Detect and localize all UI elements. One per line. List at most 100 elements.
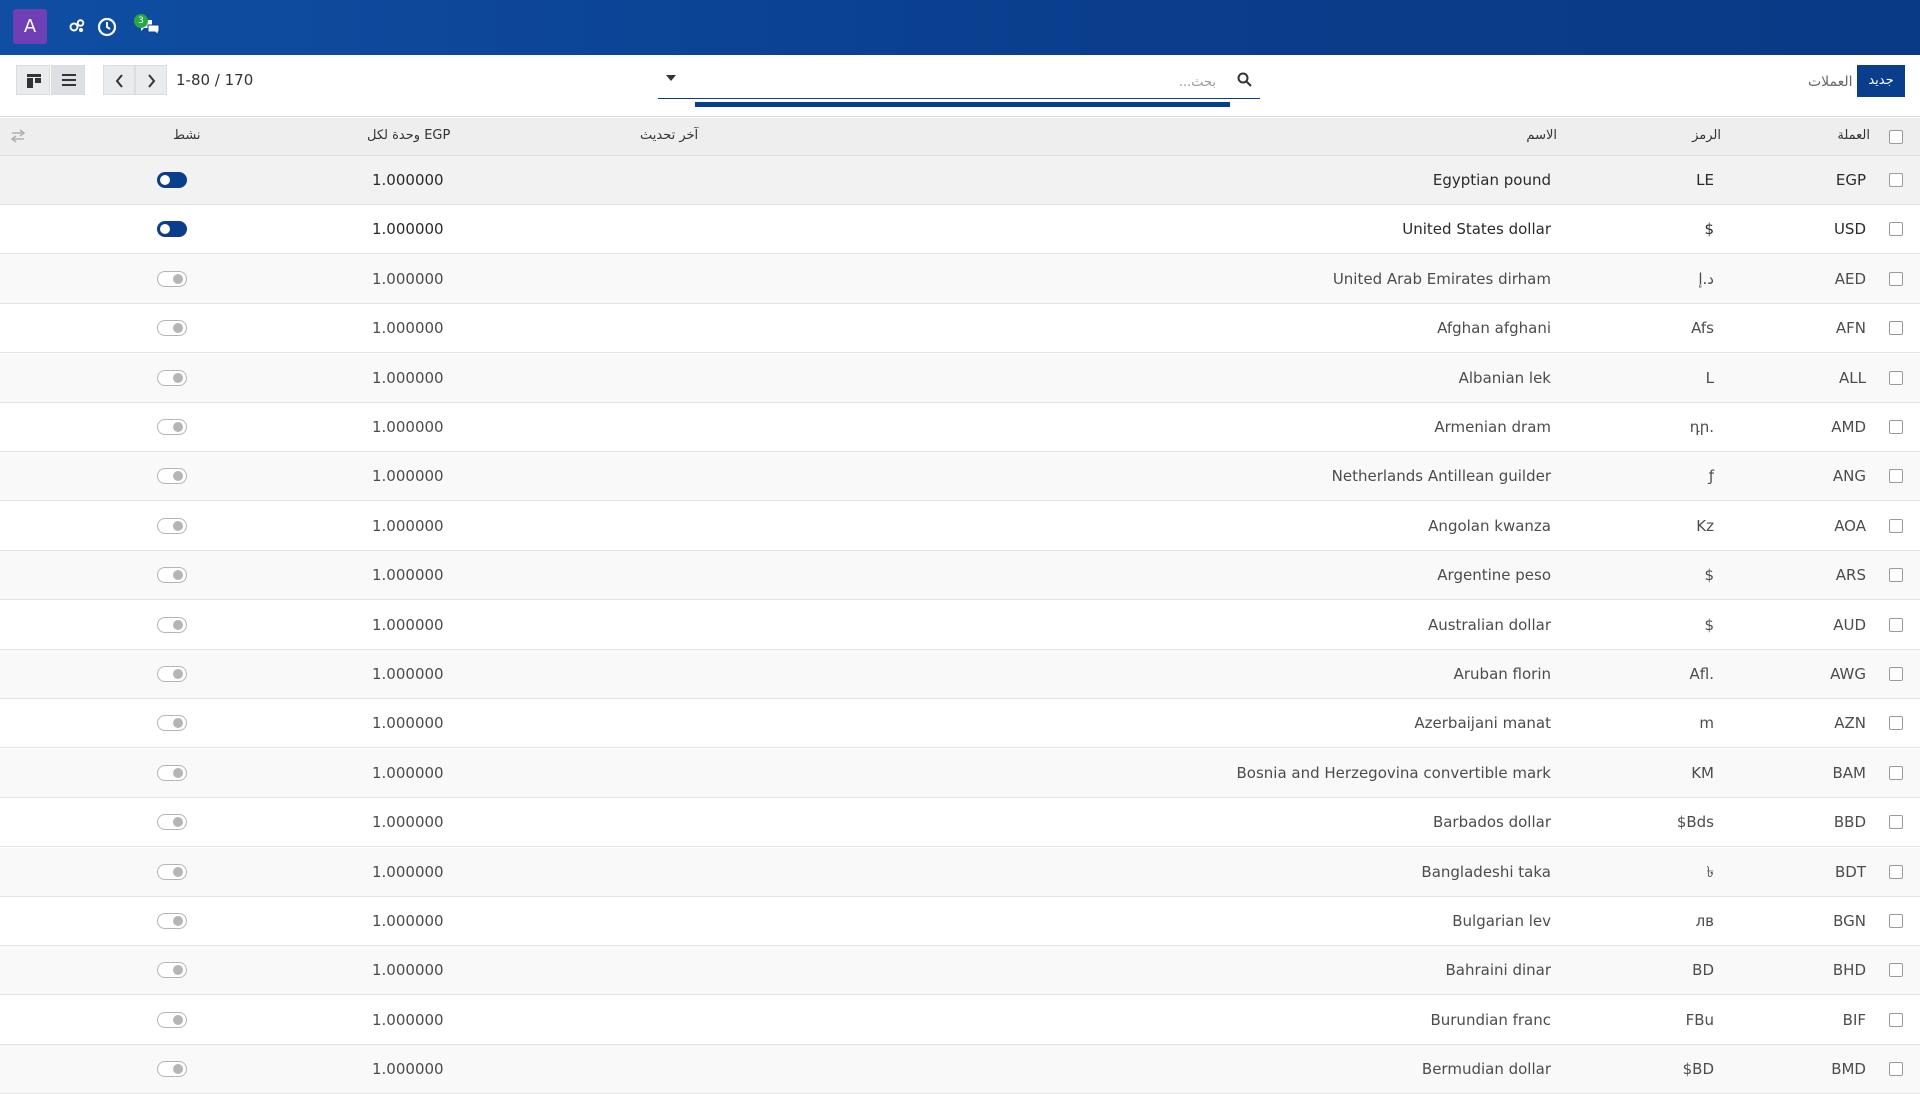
row-checkbox[interactable]: [1889, 914, 1903, 928]
active-toggle[interactable]: [157, 468, 187, 484]
user-avatar[interactable]: A: [13, 9, 47, 44]
header-name[interactable]: الاسم: [1526, 128, 1557, 143]
pager-next-button[interactable]: [135, 65, 167, 95]
row-checkbox[interactable]: [1889, 568, 1903, 582]
search-icon[interactable]: [1237, 72, 1252, 91]
messages-badge: 3: [134, 14, 148, 28]
currency-rate: 1.000000: [372, 319, 444, 337]
currency-symbol: Afs: [1691, 319, 1714, 337]
active-toggle[interactable]: [157, 962, 187, 978]
active-toggle[interactable]: [157, 172, 187, 188]
active-toggle[interactable]: [157, 518, 187, 534]
pager-value[interactable]: 1-80 / 170: [176, 71, 253, 89]
bugs-icon[interactable]: [68, 17, 88, 37]
currency-code: ALL: [1839, 369, 1866, 387]
table-row[interactable]: ANG ƒ Netherlands Antillean guilder 1.00000…: [0, 452, 1920, 501]
select-all-checkbox[interactable]: [1889, 130, 1903, 144]
currency-symbol: FBu: [1685, 1011, 1714, 1029]
currency-symbol: Afl.: [1689, 665, 1714, 683]
header-last-update[interactable]: آخر تحديث: [640, 128, 698, 143]
row-checkbox[interactable]: [1889, 173, 1903, 187]
active-toggle[interactable]: [157, 271, 187, 287]
list-view-button[interactable]: [51, 65, 85, 95]
row-checkbox[interactable]: [1889, 420, 1903, 434]
active-toggle[interactable]: [157, 320, 187, 336]
row-checkbox[interactable]: [1889, 519, 1903, 533]
table-row[interactable]: AUD $ Australian dollar 1.000000: [0, 601, 1920, 650]
table-row[interactable]: AED د.إ United Arab Emirates dirham 1.00000…: [0, 255, 1920, 304]
active-toggle[interactable]: [157, 419, 187, 435]
active-toggle[interactable]: [157, 370, 187, 386]
header-currency[interactable]: العملة: [1837, 128, 1870, 143]
row-checkbox[interactable]: [1889, 1013, 1903, 1027]
header-rate[interactable]: وحدة لكل EGP: [367, 128, 450, 143]
table-row[interactable]: AOA Kz Angolan kwanza 1.000000: [0, 502, 1920, 551]
active-toggle[interactable]: [157, 715, 187, 731]
header-active[interactable]: نشط: [173, 128, 201, 143]
active-toggle[interactable]: [157, 221, 187, 237]
clock-icon[interactable]: [97, 17, 117, 37]
row-checkbox[interactable]: [1889, 963, 1903, 977]
table-row[interactable]: BGN лв Bulgarian lev 1.000000: [0, 897, 1920, 946]
row-checkbox[interactable]: [1889, 667, 1903, 681]
optional-columns-icon[interactable]: [10, 128, 26, 147]
currency-rate: 1.000000: [372, 764, 444, 782]
currency-rate: 1.000000: [372, 616, 444, 634]
table-row[interactable]: ALL L Albanian lek 1.000000: [0, 354, 1920, 403]
row-checkbox[interactable]: [1889, 222, 1903, 236]
table-row[interactable]: BAM KM Bosnia and Herzegovina convertible …: [0, 749, 1920, 798]
table-row[interactable]: EGP LE Egyptian pound 1.000000: [0, 156, 1920, 205]
row-checkbox[interactable]: [1889, 865, 1903, 879]
table-row[interactable]: BDT ৳ Bangladeshi taka 1.000000: [0, 848, 1920, 897]
table-row[interactable]: AWG Afl. Aruban florin 1.000000: [0, 650, 1920, 699]
currency-symbol: L: [1705, 369, 1714, 387]
row-checkbox[interactable]: [1889, 272, 1903, 286]
table-header: نشط وحدة لكل EGP آخر تحديث الاسم الرمز ا…: [0, 118, 1920, 156]
top-navbar: A 3: [0, 0, 1920, 55]
active-toggle[interactable]: [157, 1061, 187, 1077]
currency-rate: 1.000000: [372, 1060, 444, 1078]
search-focus-bar: [695, 102, 1230, 107]
table-row[interactable]: BMD $BD Bermudian dollar 1.000000: [0, 1045, 1920, 1094]
table-row[interactable]: BIF FBu Burundian franc 1.000000: [0, 996, 1920, 1045]
table-row[interactable]: BHD BD Bahraini dinar 1.000000: [0, 946, 1920, 995]
row-checkbox[interactable]: [1889, 618, 1903, 632]
active-toggle[interactable]: [157, 814, 187, 830]
currency-rate: 1.000000: [372, 714, 444, 732]
active-toggle[interactable]: [157, 617, 187, 633]
row-checkbox[interactable]: [1889, 815, 1903, 829]
currency-symbol: KM: [1691, 764, 1714, 782]
currency-code: AOA: [1834, 517, 1866, 535]
table-row[interactable]: ARS $ Argentine peso 1.000000: [0, 551, 1920, 600]
search-input[interactable]: [696, 71, 1216, 93]
row-checkbox[interactable]: [1889, 469, 1903, 483]
active-toggle[interactable]: [157, 913, 187, 929]
currency-name: Azerbaijani manat: [1414, 714, 1551, 732]
currency-code: AFN: [1835, 319, 1866, 337]
currency-rate: 1.000000: [372, 961, 444, 979]
row-checkbox[interactable]: [1889, 321, 1903, 335]
active-toggle[interactable]: [157, 765, 187, 781]
row-checkbox[interactable]: [1889, 371, 1903, 385]
header-symbol[interactable]: الرمز: [1692, 128, 1721, 143]
currency-name: Barbados dollar: [1432, 813, 1551, 831]
table-row[interactable]: USD $ United States dollar 1.000000: [0, 205, 1920, 254]
table-row[interactable]: BBD $Bds Barbados dollar 1.000000: [0, 798, 1920, 847]
table-row[interactable]: AMD դր. Armenian dram 1.000000: [0, 403, 1920, 452]
kanban-view-button[interactable]: [16, 65, 50, 95]
currency-rate: 1.000000: [372, 566, 444, 584]
active-toggle[interactable]: [157, 864, 187, 880]
row-checkbox[interactable]: [1889, 1062, 1903, 1076]
row-checkbox[interactable]: [1889, 766, 1903, 780]
pager-previous-button[interactable]: [103, 65, 135, 95]
currency-code: BMD: [1831, 1060, 1866, 1078]
row-checkbox[interactable]: [1889, 716, 1903, 730]
new-button[interactable]: جديد: [1857, 65, 1905, 97]
table-row[interactable]: AZN m Azerbaijani manat 1.000000: [0, 699, 1920, 748]
search-options-toggle[interactable]: [666, 75, 676, 81]
active-toggle[interactable]: [157, 567, 187, 583]
active-toggle[interactable]: [157, 666, 187, 682]
table-row[interactable]: AFN Afs Afghan afghani 1.000000: [0, 304, 1920, 353]
currency-name: Angolan kwanza: [1428, 517, 1551, 535]
active-toggle[interactable]: [157, 1012, 187, 1028]
